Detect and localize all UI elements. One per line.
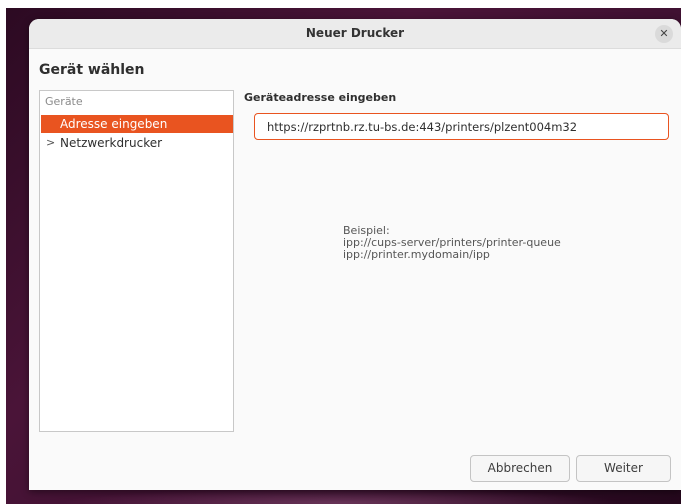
title-bar[interactable]: Neuer Drucker ✕ [29,19,681,49]
close-icon[interactable]: ✕ [655,25,673,43]
device-list-header: Geräte [45,95,83,108]
dialog-title: Neuer Drucker [305,26,405,40]
address-label: Geräteadresse eingeben [244,91,397,104]
device-item-network-printers[interactable]: > Netzwerkdrucker [41,134,233,152]
page-heading: Gerät wählen [39,62,145,78]
device-address-input[interactable] [254,113,669,140]
example-text: Beispiel: ipp://cups-server/printers/pri… [343,225,561,261]
device-item-enter-address[interactable]: Adresse eingeben [41,115,233,133]
next-button[interactable]: Weiter [576,455,671,482]
cancel-button[interactable]: Abbrechen [470,455,570,482]
device-list: Geräte Adresse eingeben > Netzwerkdrucke… [39,90,234,432]
new-printer-dialog: Neuer Drucker ✕ Gerät wählen Geräte Adre… [29,19,681,490]
device-item-label: Netzwerkdrucker [60,136,163,150]
device-item-label: Adresse eingeben [60,117,168,131]
example-line: ipp://printer.mydomain/ipp [343,248,490,261]
chevron-right-icon[interactable]: > [46,134,56,152]
